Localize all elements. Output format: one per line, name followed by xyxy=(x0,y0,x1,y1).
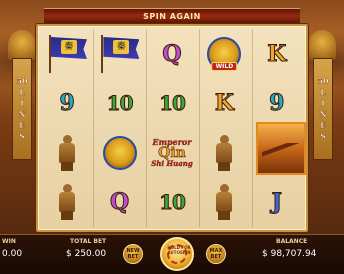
left-lines-letter: L xyxy=(19,87,25,97)
reel-cell: 9 xyxy=(251,79,303,129)
left-lines-letter: E xyxy=(18,120,26,130)
reel-cell: 9 xyxy=(41,79,93,129)
terracotta-warrior-icon xyxy=(212,184,236,221)
right-lines-count: 50 xyxy=(317,76,329,86)
emperor-line2: Qin xyxy=(158,145,186,162)
right-dragon-statue xyxy=(308,30,336,60)
symbol-9: 9 xyxy=(269,90,285,117)
left-lines-count: 50 xyxy=(16,76,28,86)
reel-cell xyxy=(93,128,145,178)
win-value: 0.00 xyxy=(2,249,23,259)
left-lines-panel: 50 L I N E S xyxy=(12,58,32,160)
flag-emblem-icon: 秦 xyxy=(113,40,130,54)
right-lines-letter: N xyxy=(319,109,327,119)
max-bet-button[interactable]: MAX BET xyxy=(206,244,226,264)
game-scene: SPIN AGAIN 50 L I N E S 50 L I N E S 秦 秦… xyxy=(0,0,344,274)
emperor-line3: Shi Huang xyxy=(151,159,193,169)
right-lines-panel: 50 L I N E S xyxy=(313,58,333,160)
reel-cell: WILD xyxy=(198,29,250,79)
flag-pole xyxy=(101,35,104,73)
new-bet-button[interactable]: NEW BET xyxy=(123,244,143,264)
symbol-9: 9 xyxy=(59,90,75,117)
win-label: WIN xyxy=(2,238,16,245)
dragon-wild-icon xyxy=(102,135,137,170)
spin-again-banner: SPIN AGAIN xyxy=(44,8,300,24)
symbol-10: 10 xyxy=(159,91,187,116)
left-lines-letter: N xyxy=(18,109,26,119)
great-wall-icon xyxy=(256,122,306,175)
reel-cell: K xyxy=(198,79,250,129)
spin-button[interactable]: HOLD FOR AUTOSPIN xyxy=(160,237,194,271)
reel-cell xyxy=(198,128,250,178)
emperor-logo: Emperor Qin Shi Huang xyxy=(151,138,193,169)
left-dragon-statue xyxy=(8,30,36,60)
symbol-10: 10 xyxy=(106,91,134,116)
symbol-10: 10 xyxy=(159,190,187,215)
wild-label: WILD xyxy=(211,61,238,71)
reel-cell: 10 xyxy=(93,79,145,129)
reel-cell: 秦 xyxy=(41,29,93,79)
right-lines-letter: E xyxy=(319,120,327,130)
left-lines-letter: S xyxy=(19,131,25,141)
right-lines-letter: L xyxy=(320,87,326,97)
reel-cell: Emperor Qin Shi Huang xyxy=(146,128,198,178)
right-lines-letter: I xyxy=(321,98,325,108)
reel-cell xyxy=(41,178,93,228)
reel-cell: J xyxy=(251,178,303,228)
reel-cell: K xyxy=(251,29,303,79)
terracotta-warrior-icon xyxy=(55,184,79,221)
total-bet-label: TOTAL BET xyxy=(70,238,107,245)
reel-frame: 秦 秦 Q WILD K 9 10 10 K 9 Emperor Qin Shi… xyxy=(36,24,308,232)
symbol-q: Q xyxy=(109,189,130,216)
balance-label: BALANCE xyxy=(276,238,308,245)
flag-pole xyxy=(49,35,51,73)
reel-cell: Q xyxy=(146,29,198,79)
left-lines-letter: I xyxy=(20,98,24,108)
dragon-wild-icon: WILD xyxy=(207,36,242,71)
reel-cell xyxy=(198,178,250,228)
symbol-k: K xyxy=(214,90,234,117)
balance-value: $ 98,707.94 xyxy=(262,249,317,259)
symbol-q: Q xyxy=(162,40,182,67)
right-lines-letter: S xyxy=(320,131,326,141)
terracotta-warrior-icon xyxy=(55,134,79,171)
terracotta-warrior-icon xyxy=(212,134,236,171)
total-bet-value: $ 250.00 xyxy=(66,249,107,259)
reel-cell: 10 xyxy=(146,178,198,228)
flag-emblem-icon: 秦 xyxy=(61,40,77,54)
symbol-j: J xyxy=(271,189,282,216)
reel-cell: 秦 xyxy=(93,29,145,79)
symbol-k: K xyxy=(267,40,287,67)
reel-cell: 10 xyxy=(146,79,198,129)
reel-cell xyxy=(41,128,93,178)
spin-button-label: HOLD FOR AUTOSPIN xyxy=(167,245,191,255)
reel-cell: Q xyxy=(93,178,145,228)
